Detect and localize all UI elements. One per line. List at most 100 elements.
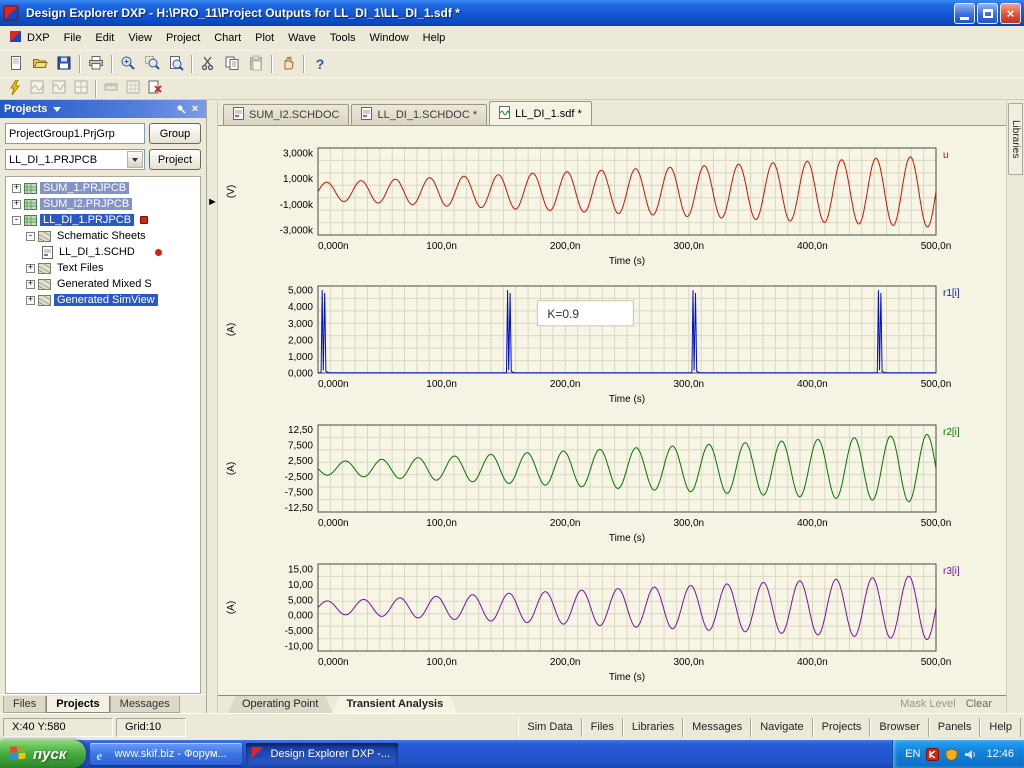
tab-operating-point[interactable]: Operating Point	[228, 696, 332, 713]
print-button[interactable]	[84, 53, 108, 75]
menu-dxp[interactable]: DXP	[3, 26, 57, 50]
browser-panel-button[interactable]: Browser	[870, 718, 928, 737]
task-button-dxp[interactable]: Design Explorer DXP -...	[246, 743, 398, 765]
project-combo[interactable]: LL_DI_1.PRJPCB	[5, 149, 145, 170]
menu-window[interactable]: Window	[363, 28, 416, 48]
sim-data-panel-button[interactable]: Sim Data	[518, 718, 581, 737]
modified-indicator-icon	[140, 216, 148, 224]
panel-splitter[interactable]: ►	[207, 100, 218, 713]
zoom-document-button[interactable]	[164, 53, 188, 75]
navigate-panel-button[interactable]: Navigate	[751, 718, 812, 737]
collapse-icon[interactable]: -	[12, 216, 21, 225]
measure-button[interactable]	[100, 79, 122, 98]
new-plot-button[interactable]	[26, 79, 48, 98]
close-button[interactable]: ×	[1000, 3, 1021, 24]
tab-files[interactable]: Files	[3, 696, 46, 713]
menu-wave[interactable]: Wave	[281, 28, 323, 48]
tab-messages[interactable]: Messages	[110, 696, 180, 713]
tree-item-schematic-sheets[interactable]: - Schematic Sheets	[6, 228, 200, 244]
projects-panel-button[interactable]: Projects	[813, 718, 871, 737]
doc-tab-sum-i2-schdoc[interactable]: SUM_I2.SCHDOC	[223, 104, 349, 125]
add-wave-button[interactable]	[48, 79, 70, 98]
clear-button[interactable]: Clear	[966, 696, 1006, 713]
project-button[interactable]: Project	[149, 149, 201, 170]
title-bar[interactable]: Design Explorer DXP - H:\PRO_11\Project …	[0, 0, 1024, 26]
zoom-area-button[interactable]	[140, 53, 164, 75]
tree-item-sumi2-prjpcb[interactable]: + SUM_I2.PRJPCB	[6, 196, 200, 212]
svg-text:0,000n: 0,000n	[318, 379, 349, 390]
svg-text:10,00: 10,00	[288, 580, 313, 591]
toolbar-separator	[191, 55, 193, 73]
antivirus-tray-icon[interactable]	[926, 748, 939, 761]
chart-r1[interactable]: 0,000n100,0n200,0n300,0n400,0n500,0n5,00…	[218, 274, 1006, 413]
svg-text:Time (s): Time (s)	[609, 394, 645, 405]
volume-tray-icon[interactable]	[964, 748, 977, 761]
zoom-in-button[interactable]	[116, 53, 140, 75]
chart-r2[interactable]: 0,000n100,0n200,0n300,0n400,0n500,0n12,5…	[218, 413, 1006, 552]
copy-button[interactable]	[220, 53, 244, 75]
menu-help[interactable]: Help	[416, 28, 453, 48]
expand-icon[interactable]: +	[12, 200, 21, 209]
menu-edit[interactable]: Edit	[88, 28, 121, 48]
collapse-icon[interactable]: -	[26, 232, 35, 241]
expand-icon[interactable]: +	[26, 280, 35, 289]
menu-tools[interactable]: Tools	[323, 28, 363, 48]
projects-panel: Projects × ProjectGroup1.PrjGrp Group LL…	[0, 100, 207, 713]
taskbar-clock[interactable]: 12:46	[986, 748, 1014, 760]
panel-close-icon[interactable]: ×	[188, 102, 202, 116]
expand-icon[interactable]: +	[12, 184, 21, 193]
delete-wave-button[interactable]	[144, 79, 166, 98]
panels-button[interactable]: Panels	[929, 718, 981, 737]
chart-u[interactable]: 0,000n100,0n200,0n300,0n400,0n500,0n3,00…	[218, 136, 1006, 275]
cursor-button[interactable]	[70, 79, 92, 98]
libraries-panel-button[interactable]: Libraries	[623, 718, 683, 737]
projects-panel-header[interactable]: Projects ×	[0, 100, 206, 118]
tree-item-generated-simview[interactable]: + Generated SimView	[6, 292, 200, 308]
paste-button[interactable]	[244, 53, 268, 75]
menu-file[interactable]: File	[57, 28, 89, 48]
tree-item-lldi1-schd[interactable]: LL_DI_1.SCHD	[6, 244, 200, 260]
folder-category-icon	[38, 231, 51, 242]
open-document-button[interactable]	[28, 53, 52, 75]
save-button[interactable]	[52, 53, 76, 75]
task-button-browser[interactable]: e www.skif.biz - Форум...	[90, 743, 242, 765]
group-button[interactable]: Group	[149, 123, 201, 144]
language-indicator[interactable]: EN	[905, 748, 920, 760]
project-group-combo[interactable]: ProjectGroup1.PrjGrp	[5, 123, 145, 144]
libraries-panel-tab[interactable]: Libraries	[1008, 103, 1023, 175]
shield-tray-icon[interactable]	[945, 748, 958, 761]
panel-collapse-icon[interactable]: ►	[207, 196, 218, 208]
help-panel-button[interactable]: Help	[980, 718, 1021, 737]
tab-transient-analysis[interactable]: Transient Analysis	[332, 696, 457, 713]
tree-item-generated-mixed[interactable]: + Generated Mixed S	[6, 276, 200, 292]
grid-setup-button[interactable]	[122, 79, 144, 98]
messages-panel-button[interactable]: Messages	[683, 718, 751, 737]
svg-text:500,0n: 500,0n	[921, 241, 952, 252]
help-button[interactable]: ?	[308, 53, 332, 75]
doc-tab-ll-di-1-schdoc[interactable]: LL_DI_1.SCHDOC *	[351, 104, 487, 125]
files-panel-button[interactable]: Files	[582, 718, 623, 737]
combo-dropdown-icon[interactable]	[127, 151, 143, 168]
cut-button[interactable]	[196, 53, 220, 75]
chevron-down-icon[interactable]	[53, 107, 61, 112]
svg-text:300,0n: 300,0n	[674, 379, 705, 390]
new-document-button[interactable]	[4, 53, 28, 75]
expand-icon[interactable]: +	[26, 296, 35, 305]
run-simulation-button[interactable]	[4, 79, 26, 98]
menu-view[interactable]: View	[121, 28, 159, 48]
tree-item-lldi1-prjpcb[interactable]: - LL_DI_1.PRJPCB	[6, 212, 200, 228]
doc-tab-ll-di-1-sdf[interactable]: LL_DI_1.sdf *	[489, 101, 592, 125]
menu-plot[interactable]: Plot	[248, 28, 281, 48]
minimize-button[interactable]	[954, 3, 975, 24]
chart-r3[interactable]: 0,000n100,0n200,0n300,0n400,0n500,0n15,0…	[218, 552, 1006, 691]
pan-button[interactable]	[276, 53, 300, 75]
tree-item-sum1-prjpcb[interactable]: + SUM_1.PRJPCB	[6, 180, 200, 196]
start-button[interactable]: пуск	[0, 740, 86, 768]
tab-projects[interactable]: Projects	[46, 696, 109, 713]
maximize-button[interactable]	[977, 3, 998, 24]
menu-project[interactable]: Project	[159, 28, 207, 48]
pin-icon[interactable]	[174, 102, 188, 116]
expand-icon[interactable]: +	[26, 264, 35, 273]
tree-item-text-files[interactable]: + Text Files	[6, 260, 200, 276]
menu-chart[interactable]: Chart	[207, 28, 248, 48]
